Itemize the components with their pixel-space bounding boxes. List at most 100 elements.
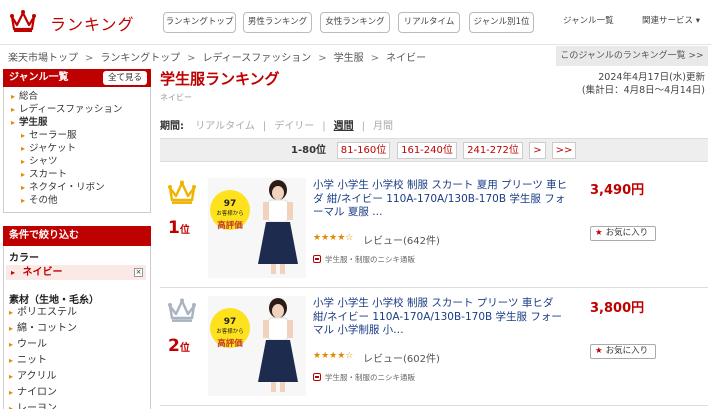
breadcrumb-separator: > bbox=[187, 53, 196, 64]
product-image: 97 お客様から 高評価 bbox=[208, 178, 306, 278]
rank-value: 1 bbox=[168, 218, 180, 238]
aggregation-period: (集計日：4月8日～4月14日) bbox=[581, 85, 705, 96]
shop-name[interactable]: 学生服・制服のニシキ通販 bbox=[313, 254, 415, 265]
pagination-page[interactable]: 161-240位 bbox=[397, 142, 457, 159]
breadcrumb-item[interactable]: 学生服 bbox=[334, 53, 364, 64]
shop-name[interactable]: 学生服・制服のニシキ通販 bbox=[313, 372, 415, 383]
material-filter-item[interactable]: 綿・コットン bbox=[9, 321, 77, 337]
breadcrumb-separator: > bbox=[85, 53, 94, 64]
material-filter-item[interactable]: レーヨン bbox=[9, 401, 77, 409]
nav-related-services[interactable]: 関連サービス ▾ bbox=[642, 12, 700, 33]
page-title: 学生服ランキング bbox=[160, 70, 280, 88]
filter-title: 条件で絞り込む bbox=[9, 230, 79, 241]
rating-stars: ★★★★☆ bbox=[313, 351, 354, 361]
product-thumbnail[interactable]: 97 お客様から 高評価 bbox=[208, 178, 306, 278]
review-count[interactable]: レビュー(642件) bbox=[363, 232, 440, 247]
material-filter-item[interactable]: ニット bbox=[9, 353, 77, 369]
shop-name-label: 学生服・制服のニシキ通販 bbox=[325, 255, 415, 264]
header: ランキング ランキングトップ 男性ランキング 女性ランキング リアルタイム ジャ… bbox=[0, 0, 711, 44]
genre-list-heading: ジャンル一覧 全て見る bbox=[3, 69, 151, 87]
genre-item[interactable]: 学生服 bbox=[11, 116, 150, 129]
material-filter-item[interactable]: ポリエステル bbox=[9, 305, 77, 321]
ranking-item: 1位 97 お客様から 高評価 小学 小学生 小学校 制服 スカート 夏用 プリ… bbox=[160, 170, 708, 288]
breadcrumb: 楽天市場トップ > ランキングトップ > レディースファッション > 学生服 > ネイビー この… bbox=[0, 44, 711, 66]
genre-list-box: 総合レディースファッション学生服セーラー服ジャケットシャツスカートネクタイ・リボ… bbox=[3, 87, 151, 213]
nav-male-ranking[interactable]: 男性ランキング bbox=[243, 12, 312, 33]
rank-suffix: 位 bbox=[179, 343, 190, 354]
add-to-favorites-button[interactable]: ★ お気に入り bbox=[590, 344, 656, 359]
shop-icon bbox=[313, 373, 321, 381]
update-date-line: 2024年4月17日(水)更新 bbox=[598, 72, 705, 83]
badge-percent: 97 bbox=[224, 317, 237, 327]
pagination-last[interactable]: >> bbox=[552, 142, 576, 159]
badge-percent: 97 bbox=[224, 199, 237, 209]
logo-text[interactable]: ランキング bbox=[50, 11, 135, 35]
clear-filter-icon[interactable]: × bbox=[134, 268, 143, 277]
product-title[interactable]: 小学 小学生 小学校 制服 スカート プリーツ 車ヒダ 紺/ネイビー 110A-… bbox=[313, 297, 568, 338]
review-count[interactable]: レビュー(602件) bbox=[363, 350, 440, 365]
breadcrumb-item[interactable]: レディースファッション bbox=[202, 53, 311, 64]
period-label: 期間: bbox=[160, 121, 184, 132]
pagination-page[interactable]: 241-272位 bbox=[463, 142, 523, 159]
genre-item[interactable]: レディースファッション bbox=[11, 103, 150, 116]
rank-number: 2位 bbox=[168, 336, 190, 356]
rank-crown-icon bbox=[168, 298, 196, 322]
pagination-next[interactable]: > bbox=[529, 142, 546, 159]
page-subtitle: ネイビー bbox=[160, 93, 192, 102]
badge-rating: 高評価 bbox=[217, 338, 243, 349]
breadcrumb-separator: > bbox=[318, 53, 327, 64]
product-title[interactable]: 小学 小学生 小学校 制服 スカート 夏用 プリーツ 車ヒダ 紺/ネイビー 11… bbox=[313, 179, 568, 220]
nav-realtime[interactable]: リアルタイム bbox=[398, 12, 460, 33]
material-filter-list: ポリエステル綿・コットンウールニットアクリルナイロンレーヨン bbox=[9, 305, 77, 409]
update-date: 2024年4月17日(水)更新 (集計日：4月8日～4月14日) bbox=[582, 71, 705, 97]
color-filter-value: ネイビー bbox=[22, 267, 63, 278]
period-option[interactable]: リアルタイム bbox=[195, 121, 255, 132]
breadcrumb-item[interactable]: ネイビー bbox=[386, 53, 426, 64]
period-selector: 期間: リアルタイム | デイリー | 週間 | 月間 bbox=[160, 117, 409, 132]
genre-item[interactable]: スカート bbox=[11, 168, 150, 181]
material-filter-item[interactable]: ナイロン bbox=[9, 385, 77, 401]
nav-genre-list[interactable]: ジャンル一覧 bbox=[563, 12, 614, 33]
product-thumbnail[interactable]: 97 お客様から 高評価 bbox=[208, 296, 306, 396]
period-divider: | bbox=[262, 121, 267, 132]
product-price: 3,490円 bbox=[590, 183, 645, 198]
period-option[interactable]: 月間 bbox=[373, 121, 393, 132]
genre-ranking-list-link[interactable]: このジャンルのランキング一覧 >> bbox=[556, 46, 708, 66]
pagination: 1-80位 81-160位 161-240位 241-272位 > >> bbox=[160, 138, 708, 162]
nav-genre-first[interactable]: ジャンル別1位 bbox=[469, 12, 534, 33]
color-filter-selected[interactable]: ネイビー × bbox=[6, 265, 146, 280]
product-image: 97 お客様から 高評価 bbox=[208, 296, 306, 396]
crown-logo-icon[interactable] bbox=[10, 9, 36, 33]
pagination-page[interactable]: 81-160位 bbox=[337, 142, 390, 159]
star-icon: ★ bbox=[595, 346, 603, 356]
nav-ranking-top[interactable]: ランキングトップ bbox=[163, 12, 236, 33]
badge-caption: お客様から bbox=[216, 327, 244, 335]
rank-value: 2 bbox=[168, 336, 180, 356]
favorite-label: お気に入り bbox=[605, 228, 649, 238]
genre-item[interactable]: ジャケット bbox=[11, 142, 150, 155]
genre-item[interactable]: シャツ bbox=[11, 155, 150, 168]
product-price: 3,800円 bbox=[590, 301, 645, 316]
shop-name-label: 学生服・制服のニシキ通販 bbox=[325, 373, 415, 382]
period-option[interactable]: デイリー bbox=[274, 121, 314, 132]
genre-item[interactable]: その他 bbox=[11, 194, 150, 207]
material-filter-heading: 素材（生地・毛糸） bbox=[9, 295, 99, 306]
add-to-favorites-button[interactable]: ★ お気に入り bbox=[590, 226, 656, 241]
show-all-button[interactable]: 全て見る bbox=[102, 71, 147, 85]
shop-icon bbox=[313, 255, 321, 263]
breadcrumb-item[interactable]: ランキングトップ bbox=[100, 53, 180, 64]
star-icon: ★ bbox=[595, 228, 603, 238]
filter-heading: 条件で絞り込む bbox=[3, 226, 151, 246]
ranking-item: 2位 97 お客様から 高評価 小学 小学生 小学校 制服 スカート プリーツ … bbox=[160, 288, 708, 406]
material-filter-item[interactable]: アクリル bbox=[9, 369, 77, 385]
genre-item[interactable]: セーラー服 bbox=[11, 129, 150, 142]
breadcrumb-separator: > bbox=[370, 53, 380, 64]
genre-item[interactable]: ネクタイ・リボン bbox=[11, 181, 150, 194]
favorite-label: お気に入り bbox=[605, 346, 649, 356]
material-filter-item[interactable]: ウール bbox=[9, 337, 77, 353]
period-divider: | bbox=[361, 121, 366, 132]
nav-female-ranking[interactable]: 女性ランキング bbox=[320, 12, 390, 33]
period-option[interactable]: 週間 bbox=[334, 121, 354, 132]
genre-item[interactable]: 総合 bbox=[11, 90, 150, 103]
breadcrumb-item[interactable]: 楽天市場トップ bbox=[8, 53, 78, 64]
